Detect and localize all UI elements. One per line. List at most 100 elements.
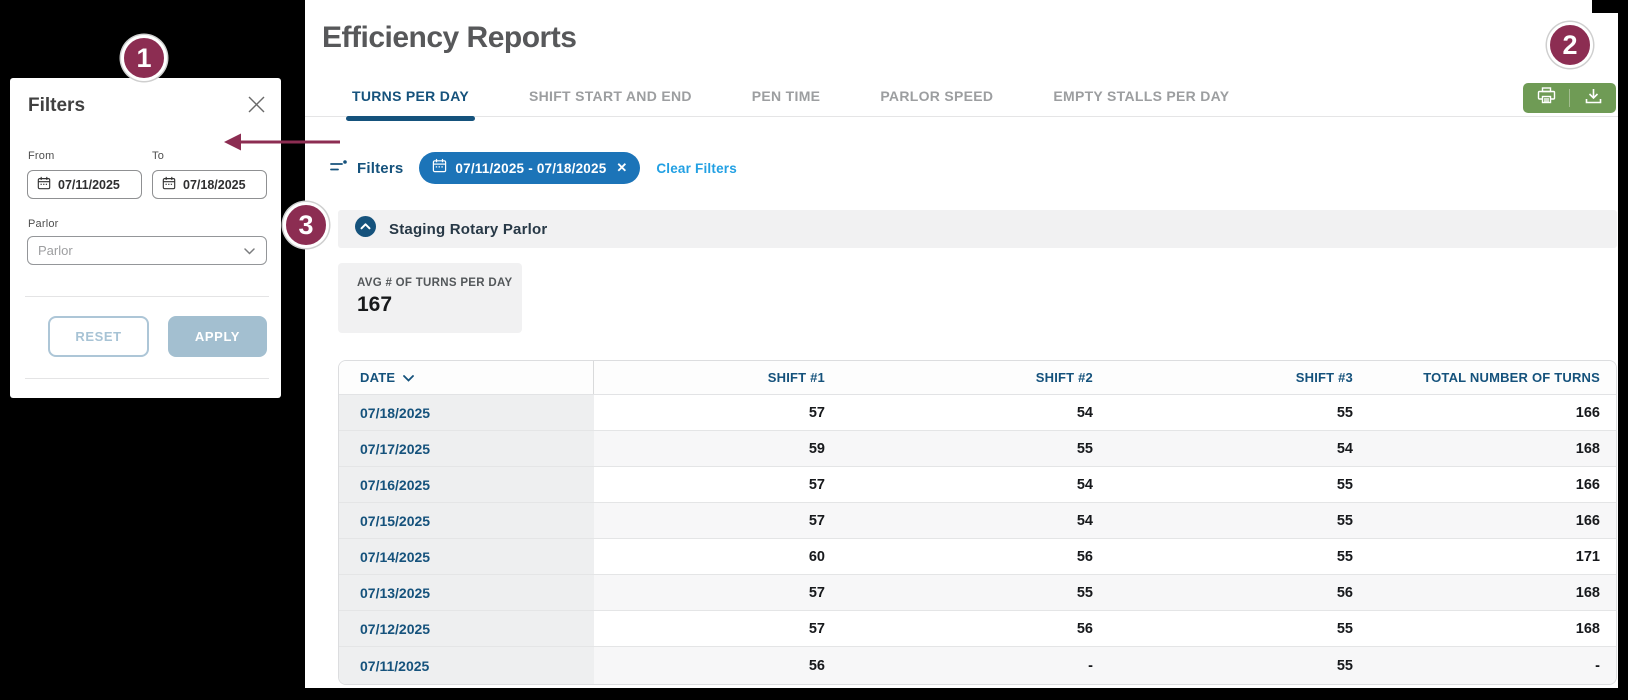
calendar-icon <box>162 176 176 193</box>
shift1-value: 57 <box>594 611 852 646</box>
chevron-up-circle-icon[interactable] <box>355 216 376 242</box>
avg-turns-stat-card: AVG # OF TURNS PER DAY 167 <box>338 263 522 333</box>
table-row: 07/11/2025 56 - 55 - <box>339 647 1616 684</box>
filters-label: Filters <box>357 160 403 177</box>
shift2-value: 56 <box>852 539 1120 574</box>
shift3-value: 54 <box>1120 431 1380 466</box>
clear-filters-link[interactable]: Clear Filters <box>656 161 737 176</box>
total-value: 168 <box>1380 431 1616 466</box>
shift3-value: 56 <box>1120 575 1380 610</box>
date-link[interactable]: 07/15/2025 <box>339 503 594 538</box>
date-header-label: DATE <box>360 370 395 385</box>
table-row: 07/12/2025 57 56 55 168 <box>339 611 1616 647</box>
filter-bar: Filters 07/11/2025 - 07/18/2025 ✕ Clear … <box>330 152 737 184</box>
total-value: 171 <box>1380 539 1616 574</box>
date-link[interactable]: 07/13/2025 <box>339 575 594 610</box>
tab-shift-start-and-end[interactable]: SHIFT START AND END <box>529 88 692 121</box>
date-link[interactable]: 07/12/2025 <box>339 611 594 646</box>
date-link[interactable]: 07/16/2025 <box>339 467 594 502</box>
section-header-staging-rotary-parlor[interactable]: Staging Rotary Parlor <box>338 210 1617 248</box>
table-row: 07/18/2025 57 54 55 166 <box>339 395 1616 431</box>
chip-date-range: 07/11/2025 - 07/18/2025 <box>455 161 606 176</box>
calendar-icon <box>432 158 447 178</box>
column-header-total: TOTAL NUMBER OF TURNS <box>1380 361 1616 394</box>
main-panel: Efficiency Reports TURNS PER DAY SHIFT S… <box>305 0 1618 688</box>
download-button[interactable] <box>1570 83 1616 113</box>
shift3-value: 55 <box>1120 503 1380 538</box>
parlor-select-placeholder: Parlor <box>38 243 73 258</box>
shift2-value: 54 <box>852 467 1120 502</box>
filters-panel-title: Filters <box>28 95 85 117</box>
shift1-value: 56 <box>594 647 852 684</box>
print-button[interactable] <box>1523 83 1569 113</box>
shift2-value: 55 <box>852 575 1120 610</box>
from-date-field[interactable]: 07/11/2025 <box>27 170 142 199</box>
total-value: 168 <box>1380 575 1616 610</box>
printer-icon <box>1537 87 1556 109</box>
download-icon <box>1585 88 1602 109</box>
shift1-value: 57 <box>594 395 852 430</box>
calendar-icon <box>37 176 51 193</box>
total-value: 168 <box>1380 611 1616 646</box>
tab-pen-time[interactable]: PEN TIME <box>752 88 821 121</box>
filters-button[interactable]: Filters <box>330 159 403 178</box>
reset-button[interactable]: RESET <box>48 316 149 357</box>
annotation-badge-3: 3 <box>283 202 329 248</box>
table-row: 07/13/2025 57 55 56 168 <box>339 575 1616 611</box>
shift2-value: 54 <box>852 395 1120 430</box>
shift2-value: - <box>852 647 1120 684</box>
shift3-value: 55 <box>1120 647 1380 684</box>
table-header-row: DATE SHIFT #1 SHIFT #2 SHIFT #3 TOTAL NU… <box>339 361 1616 395</box>
total-value: 166 <box>1380 503 1616 538</box>
filters-panel: Filters From To 07/11/2025 <box>10 78 281 398</box>
turns-per-day-table: DATE SHIFT #1 SHIFT #2 SHIFT #3 TOTAL NU… <box>338 360 1617 685</box>
date-link[interactable]: 07/17/2025 <box>339 431 594 466</box>
stat-label: AVG # OF TURNS PER DAY <box>357 277 522 289</box>
parlor-select[interactable]: Parlor <box>27 236 267 265</box>
table-row: 07/14/2025 60 56 55 171 <box>339 539 1616 575</box>
table-row: 07/16/2025 57 54 55 166 <box>339 467 1616 503</box>
parlor-label: Parlor <box>28 218 59 230</box>
date-range-filter-chip[interactable]: 07/11/2025 - 07/18/2025 ✕ <box>419 152 640 184</box>
date-link[interactable]: 07/14/2025 <box>339 539 594 574</box>
shift2-value: 55 <box>852 431 1120 466</box>
close-icon[interactable] <box>248 96 265 113</box>
column-header-shift1: SHIFT #1 <box>594 361 852 394</box>
chip-remove-icon[interactable]: ✕ <box>616 160 627 176</box>
shift1-value: 59 <box>594 431 852 466</box>
divider <box>25 378 269 379</box>
annotation-arrow-icon <box>222 128 340 161</box>
shift3-value: 55 <box>1120 395 1380 430</box>
to-date-field[interactable]: 07/18/2025 <box>152 170 267 199</box>
total-value: 166 <box>1380 467 1616 502</box>
shift2-value: 54 <box>852 503 1120 538</box>
chevron-down-icon <box>403 370 414 385</box>
tab-parlor-speed[interactable]: PARLOR SPEED <box>880 88 993 121</box>
annotation-badge-2: 2 <box>1547 22 1593 68</box>
column-header-date[interactable]: DATE <box>339 361 594 394</box>
stat-value: 167 <box>357 293 522 317</box>
table-row: 07/17/2025 59 55 54 168 <box>339 431 1616 467</box>
divider <box>25 296 269 297</box>
annotation-badge-1: 1 <box>121 35 167 81</box>
apply-button[interactable]: APPLY <box>168 316 267 357</box>
shift3-value: 55 <box>1120 611 1380 646</box>
shift1-value: 57 <box>594 467 852 502</box>
tab-empty-stalls-per-day[interactable]: EMPTY STALLS PER DAY <box>1053 88 1229 121</box>
shift1-value: 60 <box>594 539 852 574</box>
date-link[interactable]: 07/11/2025 <box>339 647 594 684</box>
total-value: 166 <box>1380 395 1616 430</box>
column-header-shift2: SHIFT #2 <box>852 361 1120 394</box>
screenshot-root: { "page": { "title": "Efficiency Reports… <box>0 0 1628 700</box>
sliders-icon <box>330 159 348 178</box>
date-link[interactable]: 07/18/2025 <box>339 395 594 430</box>
chevron-down-icon <box>244 248 255 255</box>
shift2-value: 56 <box>852 611 1120 646</box>
shift3-value: 55 <box>1120 467 1380 502</box>
from-date-value: 07/11/2025 <box>58 178 120 192</box>
tab-turns-per-day[interactable]: TURNS PER DAY <box>352 88 469 121</box>
tab-bar: TURNS PER DAY SHIFT START AND END PEN TI… <box>352 88 1229 121</box>
shift3-value: 55 <box>1120 539 1380 574</box>
table-row: 07/15/2025 57 54 55 166 <box>339 503 1616 539</box>
total-value: - <box>1380 647 1616 684</box>
